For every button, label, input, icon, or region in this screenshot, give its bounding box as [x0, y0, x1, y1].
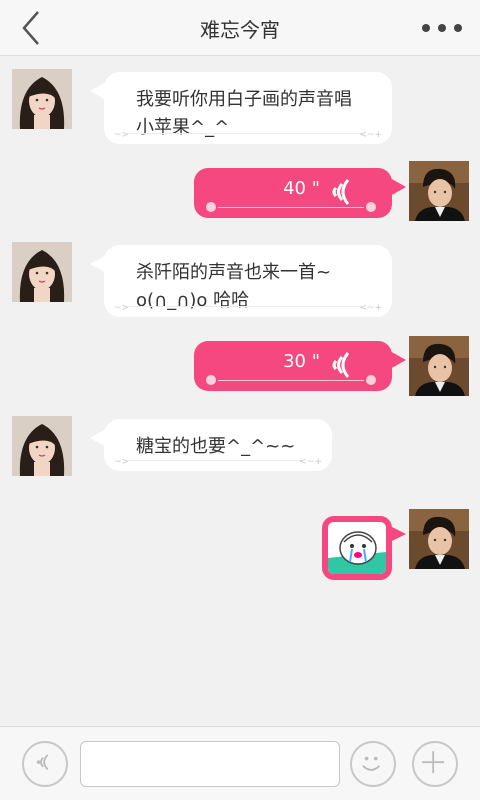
voice-wave-icon: [332, 352, 350, 378]
message-line: 我要听你用白子画的声音唱: [136, 89, 352, 110]
girl-portrait-icon: [12, 416, 72, 476]
bubble-deco-line: [128, 306, 362, 307]
message-bubble[interactable]: 我要听你用白子画的声音唱 小苹果^_^ ~> <~+: [90, 72, 392, 144]
message-input[interactable]: [80, 741, 340, 787]
bubble-deco-right: <~+: [299, 457, 322, 467]
girl-portrait-icon: [12, 69, 72, 129]
plus-button[interactable]: [412, 741, 458, 787]
smiley-icon: [362, 756, 381, 771]
voice-duration: 30 ": [283, 351, 320, 372]
message-line: o(∩_∩)o 哈哈: [136, 290, 250, 311]
page-title: 难忘今宵: [200, 18, 280, 42]
voice-input-button[interactable]: [22, 741, 68, 787]
voice-duration: 40 ": [283, 178, 320, 199]
my-avatar[interactable]: [409, 336, 469, 396]
message-line: 糖宝的也要^_^~~: [136, 436, 296, 457]
emoji-button[interactable]: [350, 741, 396, 787]
more-dots-icon[interactable]: [422, 16, 462, 40]
bubble-deco-left: ~>: [114, 457, 130, 467]
bubble-deco-dot: [366, 202, 376, 212]
boy-portrait-icon: [409, 336, 469, 396]
message-line: 小苹果^_^: [136, 117, 230, 138]
plus-icon: [422, 751, 445, 774]
chat-area[interactable]: 我要听你用白子画的声音唱 小苹果^_^ ~> <~+ 40 " 杀阡陌的声音也来…: [0, 56, 480, 726]
girl-portrait-icon: [12, 242, 72, 302]
boy-portrait-icon: [409, 509, 469, 569]
voice-message-bubble[interactable]: 40 ": [194, 168, 406, 218]
voice-message-bubble[interactable]: 30 ": [194, 341, 406, 391]
bubble-deco-line: [218, 380, 364, 381]
message-line: 杀阡陌的声音也来一首~: [136, 262, 332, 283]
friend-avatar[interactable]: [12, 69, 72, 129]
bubble-deco-dot: [206, 375, 216, 385]
message-bubble[interactable]: 杀阡陌的声音也来一首~ o(∩_∩)o 哈哈 ~> <~+: [90, 245, 392, 317]
voice-wave-icon: [36, 754, 49, 771]
crying-sticker-icon: [328, 522, 386, 574]
voice-wave-icon: [332, 179, 350, 205]
my-avatar[interactable]: [409, 161, 469, 221]
more-dot: [438, 24, 446, 32]
top-bar: 难忘今宵: [0, 0, 480, 56]
bubble-deco-line: [128, 133, 362, 134]
bubble-deco-line: [128, 460, 302, 461]
boy-portrait-icon: [409, 161, 469, 221]
bubble-deco-right: <~+: [359, 130, 382, 140]
composer-bar: [0, 726, 480, 800]
more-dot: [422, 24, 430, 32]
my-avatar[interactable]: [409, 509, 469, 569]
bubble-deco-dot: [366, 375, 376, 385]
message-bubble[interactable]: 糖宝的也要^_^~~ ~> <~+: [90, 419, 332, 471]
message-text: 糖宝的也要^_^~~: [136, 433, 318, 461]
more-dot: [454, 24, 462, 32]
bubble-deco-left: ~>: [114, 303, 130, 313]
bubble-deco-right: <~+: [359, 303, 382, 313]
sticker-message[interactable]: [322, 516, 406, 580]
bubble-deco-line: [218, 207, 364, 208]
friend-avatar[interactable]: [12, 242, 72, 302]
bubble-deco-left: ~>: [114, 130, 130, 140]
bubble-deco-dot: [206, 202, 216, 212]
friend-avatar[interactable]: [12, 416, 72, 476]
